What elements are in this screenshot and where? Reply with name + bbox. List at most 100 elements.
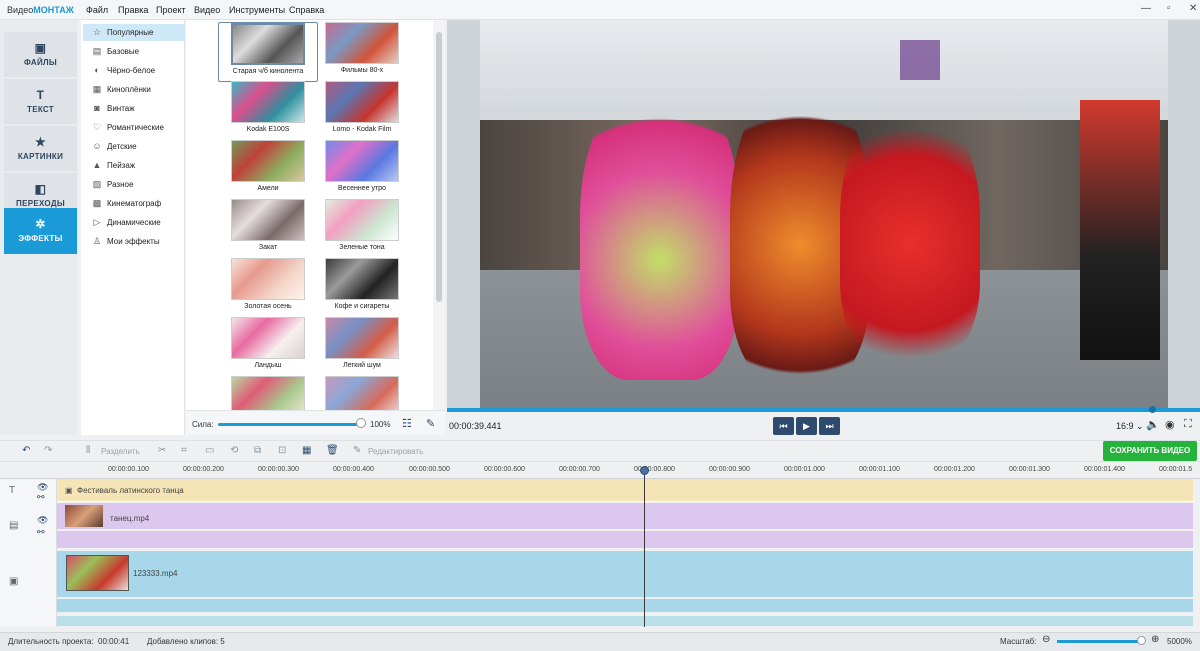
menu-help[interactable]: Справка [289, 5, 324, 15]
tab-effects[interactable]: ✲ ЭФФЕКТЫ [4, 208, 77, 254]
effect-tile[interactable]: Легкий шум [312, 317, 412, 377]
crop-icon[interactable]: ⌗ [181, 445, 187, 456]
tab-pictures[interactable]: ★ КАРТИНКИ [4, 126, 77, 171]
menu-file[interactable]: Файл [86, 5, 108, 15]
zoom-frame-icon[interactable]: ⊡ [278, 445, 286, 456]
menu-tools[interactable]: Инструменты [229, 5, 285, 15]
effect-tile[interactable] [312, 376, 412, 410]
effect-tile[interactable]: Kodak E100S [218, 81, 318, 141]
menu-project[interactable]: Проект [156, 5, 186, 15]
effect-tile[interactable]: Весеннее утро [312, 140, 412, 200]
category-romantic[interactable]: ♡ Романтические [83, 119, 185, 136]
frame-icon[interactable]: ▭ [205, 445, 214, 456]
playhead-handle[interactable] [640, 466, 649, 475]
play-button[interactable]: ▶ [796, 417, 817, 435]
save-video-button[interactable]: СОХРАНИТЬ ВИДЕО [1103, 441, 1197, 461]
category-label: Мои эффекты [107, 237, 160, 246]
effect-tile[interactable]: Ландыш [218, 317, 318, 377]
category-bw[interactable]: ◐ Чёрно-белое [83, 62, 185, 79]
eye-icon[interactable]: 👁 [37, 515, 48, 526]
zoom-slider[interactable] [1057, 640, 1141, 643]
category-vintage[interactable]: ◙ Винтаж [83, 100, 185, 117]
playback-progress-bar[interactable] [447, 408, 1200, 412]
delete-icon[interactable]: 🗑 [326, 445, 339, 456]
snapshot-camera-icon[interactable]: ◉ [1165, 418, 1175, 431]
strength-slider[interactable] [218, 423, 363, 426]
heart-icon: ♡ [92, 122, 102, 132]
close-icon[interactable]: ✕ [1189, 3, 1197, 14]
next-frame-button[interactable]: ⏭ [819, 417, 840, 435]
category-kids[interactable]: ☺ Детские [83, 138, 185, 155]
effect-tile[interactable]: Фильмы 80-х [312, 22, 412, 82]
category-basic[interactable]: ▤ Базовые [83, 43, 185, 60]
main-video-clip[interactable]: 123333.mp4 [57, 551, 1193, 597]
effect-tile[interactable]: Кофе и сигареты [312, 258, 412, 318]
zoom-out-icon[interactable]: ⊖ [1042, 634, 1050, 645]
effect-tile[interactable]: Зеленые тона [312, 199, 412, 259]
edit-button[interactable]: Редактировать [368, 447, 423, 456]
volume-icon[interactable]: 🔈 [1146, 418, 1160, 431]
category-misc[interactable]: ▧ Разное [83, 176, 185, 193]
music-track[interactable] [57, 616, 1193, 626]
image-icon: ▣ [34, 41, 47, 55]
category-popular[interactable]: ☆ Популярные [83, 24, 185, 41]
zoom-slider-knob[interactable] [1137, 636, 1146, 645]
menu-edit[interactable]: Правка [118, 5, 148, 15]
main-tabs: ▣ ФАЙЛЫ T ТЕКСТ ★ КАРТИНКИ ◧ ПЕРЕХОДЫ ✲ ЭФФЕК… [0, 20, 78, 435]
main-audio[interactable] [57, 599, 1193, 612]
category-dynamic[interactable]: ▷ Динамические [83, 214, 185, 231]
category-landscape[interactable]: ▲ Пейзаж [83, 157, 185, 174]
category-my-effects[interactable]: ♙ Мои эффекты [83, 233, 185, 250]
star-icon: ★ [34, 135, 47, 149]
settings-sliders-icon[interactable]: ☷ [402, 417, 412, 430]
effect-tile[interactable]: Амели [218, 140, 318, 200]
playback-progress-knob[interactable] [1149, 406, 1156, 413]
category-cinema[interactable]: ▩ Кинематограф [83, 195, 185, 212]
tab-files[interactable]: ▣ ФАЙЛЫ [4, 32, 77, 77]
split-icon[interactable]: ⫴ [86, 445, 90, 456]
effect-tile[interactable]: Старая ч/б кинолента [218, 22, 318, 82]
video-frame[interactable] [480, 20, 1168, 408]
ruler-tick: 00:00:01.300 [1009, 466, 1050, 473]
ruler-tick: 00:00:01.400 [1084, 466, 1125, 473]
maximize-icon[interactable]: ▫ [1167, 3, 1171, 14]
duplicate-icon[interactable]: ⧉ [254, 445, 261, 456]
text-clip[interactable]: ▣ Фестиваль латинского танца [57, 479, 1193, 502]
strength-slider-knob[interactable] [356, 418, 366, 428]
category-label: Динамические [107, 218, 161, 227]
redo-icon[interactable]: ↷ [44, 445, 52, 456]
effect-tile[interactable]: Lomo - Kodak Film [312, 81, 412, 141]
link-icon[interactable]: ⚯ [37, 527, 45, 538]
category-films[interactable]: ▦ Киноплёнки [83, 81, 185, 98]
rotate-icon[interactable]: ⟲ [230, 445, 238, 456]
effect-label: Фильмы 80-х [340, 67, 384, 74]
effects-scrollbar-thumb[interactable] [436, 32, 442, 302]
previous-frame-button[interactable]: ⏮ [773, 417, 794, 435]
zoom-label: Масштаб: [1000, 637, 1037, 646]
effect-tile[interactable]: Золотая осень [218, 258, 318, 318]
effect-thumbnail [325, 317, 399, 359]
apply-brush-icon[interactable]: ✎ [426, 417, 435, 430]
zoom-in-icon[interactable]: ⊕ [1151, 634, 1159, 645]
strength-bar: Сила: 100% ☷ ✎ [186, 410, 445, 435]
minimize-icon[interactable]: — [1141, 3, 1151, 14]
playhead-line[interactable] [644, 470, 645, 627]
undo-icon[interactable]: ↶ [22, 445, 30, 456]
dancer-red [840, 100, 980, 360]
split-button[interactable]: Разделить [101, 447, 140, 456]
cut-icon[interactable]: ✂ [158, 445, 166, 456]
street-banner [900, 40, 940, 80]
tab-text[interactable]: T ТЕКСТ [4, 79, 77, 124]
effect-tile[interactable]: Закат [218, 199, 318, 259]
overlay-audio[interactable] [57, 531, 1193, 548]
fullscreen-icon[interactable]: ⛶ [1184, 418, 1192, 431]
effect-thumbnail [231, 23, 305, 65]
tab-transitions-label: ПЕРЕХОДЫ [16, 199, 65, 208]
link-icon[interactable]: ⚯ [37, 492, 45, 503]
aspect-ratio-select[interactable]: 16:9 ⌄ [1116, 421, 1144, 432]
overlay-clip[interactable]: танец.mp4 [57, 503, 1193, 529]
edit-icon[interactable]: ✎ [353, 445, 361, 456]
effect-tile[interactable] [218, 376, 318, 410]
effects-apply-icon[interactable]: ▦ [302, 445, 311, 456]
menu-video[interactable]: Видео [194, 5, 220, 15]
